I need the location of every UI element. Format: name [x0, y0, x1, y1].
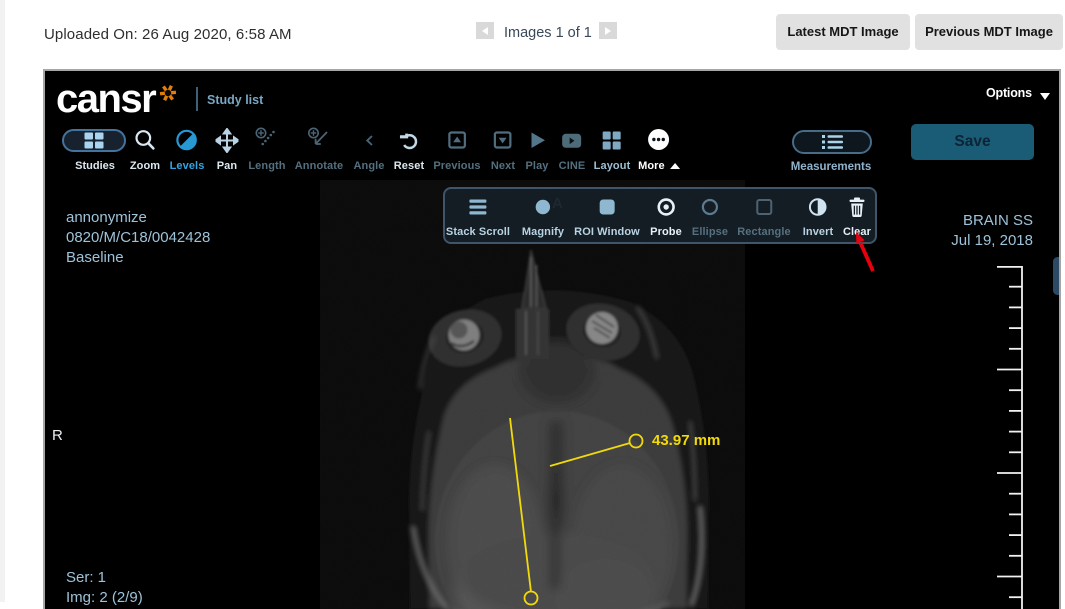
- svg-text:43.97 mm: 43.97 mm: [652, 432, 720, 449]
